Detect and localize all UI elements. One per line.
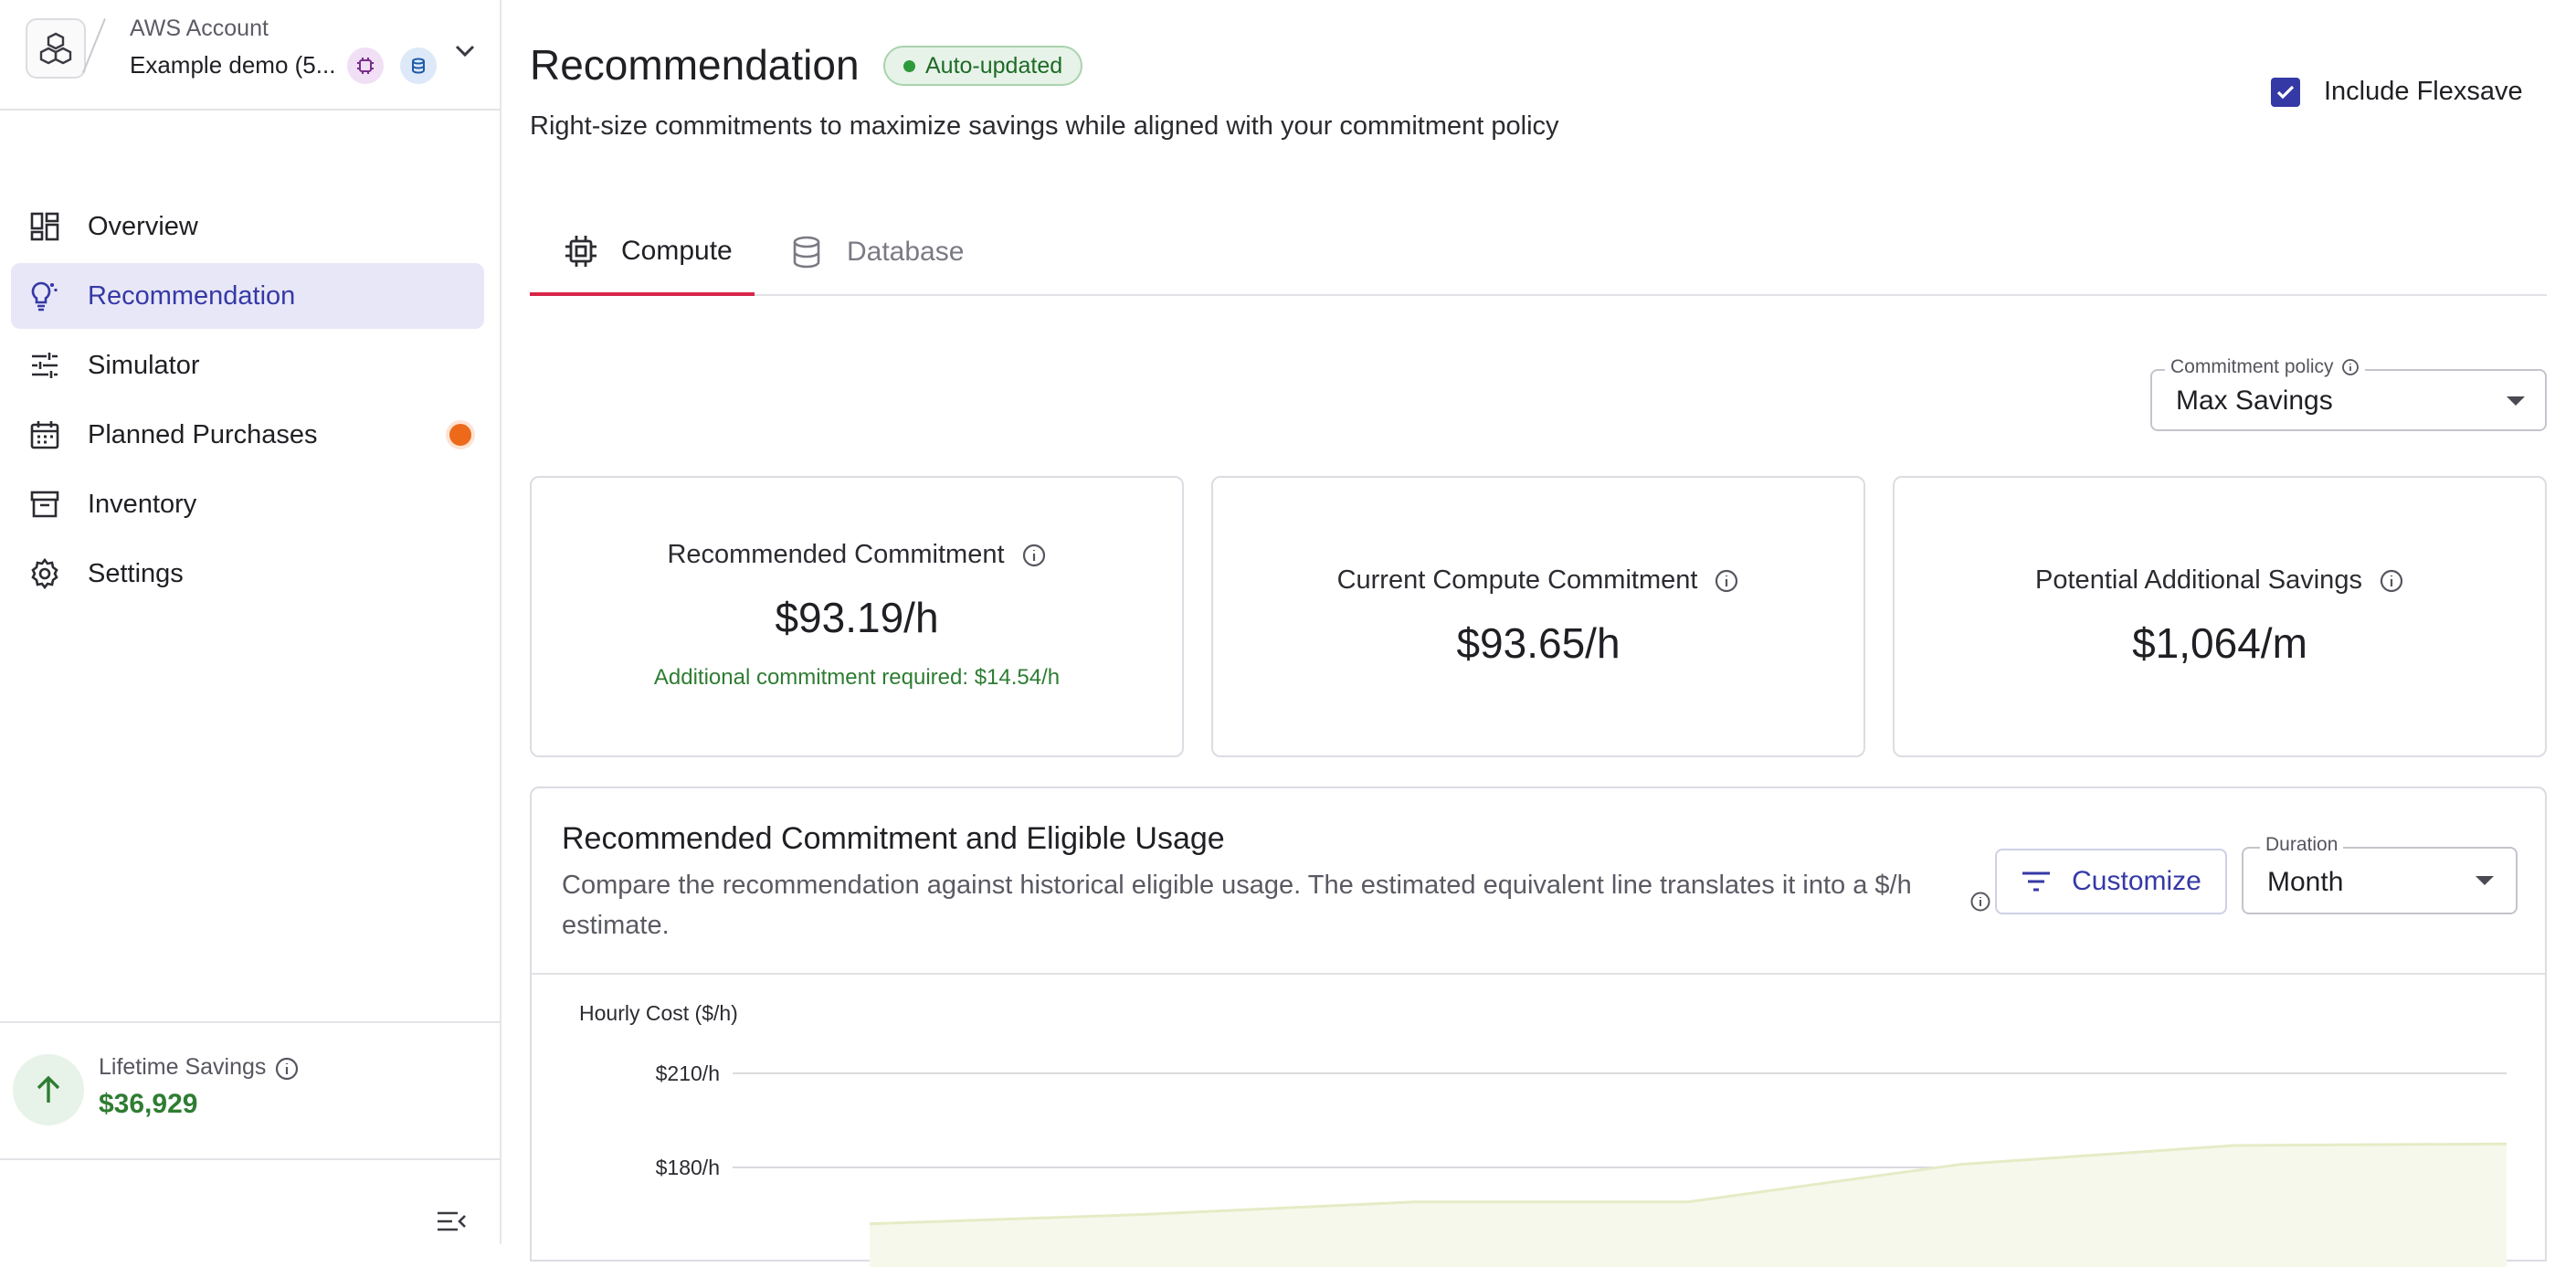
lifetime-savings-value: $36,929 xyxy=(99,1089,198,1119)
status-badge: Auto-updated xyxy=(883,46,1083,86)
usage-area xyxy=(870,1144,2507,1267)
lifetime-savings: Lifetime Savings $36,929 xyxy=(0,1021,500,1160)
dashboard-icon xyxy=(26,208,63,245)
checkbox-checked-icon[interactable] xyxy=(2271,77,2300,107)
tab-database[interactable]: Database xyxy=(788,210,964,294)
duration-value: Month xyxy=(2267,867,2344,897)
chart-series xyxy=(869,1142,2507,1267)
sidebar: AWS Account Example demo (5... Overview … xyxy=(0,0,501,1244)
panel-title: Recommended Commitment and Eligible Usag… xyxy=(562,821,1225,856)
card-title-text: Potential Additional Savings xyxy=(2035,565,2362,595)
database-icon xyxy=(788,234,825,270)
cpu-icon xyxy=(563,233,599,269)
card-note: Additional commitment required: $14.54/h xyxy=(653,665,1061,690)
y-tick-label: $180/h xyxy=(656,1156,720,1179)
commitment-policy-label-text: Commitment policy xyxy=(2170,356,2334,377)
chevron-down-icon[interactable] xyxy=(451,37,479,69)
tab-bar: Compute Database xyxy=(530,210,2547,296)
dropdown-arrow-icon xyxy=(2507,396,2525,406)
duration-select[interactable]: Duration Month xyxy=(2242,834,2518,914)
card-value: $93.19/h xyxy=(775,594,939,641)
sidebar-item-label: Recommendation xyxy=(88,280,296,311)
customize-button[interactable]: Customize xyxy=(1995,849,2227,914)
card-title: Current Compute Commitment xyxy=(1213,565,1863,596)
info-icon[interactable] xyxy=(2379,568,2404,594)
collapse-sidebar-icon[interactable] xyxy=(435,1208,468,1240)
info-icon[interactable] xyxy=(1714,568,1739,594)
sidebar-item-label: Overview xyxy=(88,211,198,241)
current-commitment-card: Current Compute Commitment $93.65/h xyxy=(1211,476,1865,757)
lifetime-savings-label: Lifetime Savings xyxy=(99,1054,267,1080)
archive-icon xyxy=(26,486,63,523)
usage-chart-panel: Recommended Commitment and Eligible Usag… xyxy=(530,787,2547,1267)
chart-ylabel: Hourly Cost ($/h) xyxy=(579,1001,738,1025)
card-title-text: Current Compute Commitment xyxy=(1336,565,1698,595)
chart-y-ticks: $210/h $180/h xyxy=(656,1061,720,1179)
card-title: Potential Additional Savings xyxy=(1895,565,2545,596)
sidebar-item-overview[interactable]: Overview xyxy=(11,194,484,259)
sidebar-item-label: Simulator xyxy=(88,350,200,380)
recommended-commitment-card: Recommended Commitment $93.19/h Addition… xyxy=(530,476,1184,757)
commitment-policy-label: Commitment policy xyxy=(2165,356,2365,378)
info-icon[interactable] xyxy=(1021,543,1047,568)
calendar-icon xyxy=(26,417,63,453)
database-chip-icon xyxy=(400,48,437,84)
sliders-icon xyxy=(26,347,63,384)
sidebar-item-label: Inventory xyxy=(88,489,197,519)
card-title: Recommended Commitment xyxy=(532,540,1182,570)
lightbulb-icon xyxy=(26,278,63,314)
tab-label: Database xyxy=(847,237,965,267)
sidebar-item-recommendation[interactable]: Recommendation xyxy=(11,263,484,329)
account-label: AWS Account xyxy=(130,16,269,41)
panel-header: Recommended Commitment and Eligible Usag… xyxy=(532,788,2545,975)
info-icon[interactable] xyxy=(2341,358,2360,376)
cubes-icon xyxy=(26,18,86,79)
arrow-up-icon xyxy=(13,1054,84,1125)
usage-chart: Hourly Cost ($/h) $210/h $180/h xyxy=(579,1001,2507,1267)
tab-compute[interactable]: Compute xyxy=(530,210,755,296)
sidebar-item-label: Planned Purchases xyxy=(88,419,318,449)
sidebar-item-settings[interactable]: Settings xyxy=(11,541,484,607)
potential-savings-card: Potential Additional Savings $1,064/m xyxy=(1893,476,2547,757)
page-title: Recommendation xyxy=(530,41,860,89)
dropdown-arrow-icon xyxy=(2476,876,2494,885)
account-switcher[interactable]: AWS Account Example demo (5... xyxy=(0,0,500,111)
page-subtitle: Right-size commitments to maximize savin… xyxy=(530,111,1559,141)
card-title-text: Recommended Commitment xyxy=(667,540,1005,569)
sidebar-nav: Overview Recommendation Simulator Planne… xyxy=(11,194,484,610)
info-icon[interactable] xyxy=(1969,891,1991,917)
panel-description: Compare the recommendation against histo… xyxy=(562,871,1912,940)
sidebar-item-inventory[interactable]: Inventory xyxy=(11,471,484,537)
sidebar-item-planned-purchases[interactable]: Planned Purchases xyxy=(11,402,484,468)
card-value: $93.65/h xyxy=(1456,619,1621,667)
info-icon[interactable] xyxy=(274,1056,300,1086)
flexsave-label: Include Flexsave xyxy=(2324,77,2523,106)
gear-icon xyxy=(26,555,63,592)
sidebar-item-simulator[interactable]: Simulator xyxy=(11,333,484,398)
commitment-policy-value: Max Savings xyxy=(2176,385,2333,416)
compute-chip-icon xyxy=(347,48,384,84)
include-flexsave-checkbox[interactable]: Include Flexsave xyxy=(2271,77,2523,107)
y-tick-label: $210/h xyxy=(656,1061,720,1085)
card-value: $1,064/m xyxy=(2132,619,2307,667)
notification-dot xyxy=(449,424,471,446)
duration-label: Duration xyxy=(2260,834,2344,856)
commitment-policy-select[interactable]: Commitment policy Max Savings xyxy=(2150,356,2547,431)
account-name: Example demo (5... xyxy=(130,51,336,79)
filter-icon xyxy=(2021,870,2052,893)
customize-label: Customize xyxy=(2072,866,2201,896)
sidebar-item-label: Settings xyxy=(88,558,184,588)
tab-label: Compute xyxy=(621,236,733,266)
